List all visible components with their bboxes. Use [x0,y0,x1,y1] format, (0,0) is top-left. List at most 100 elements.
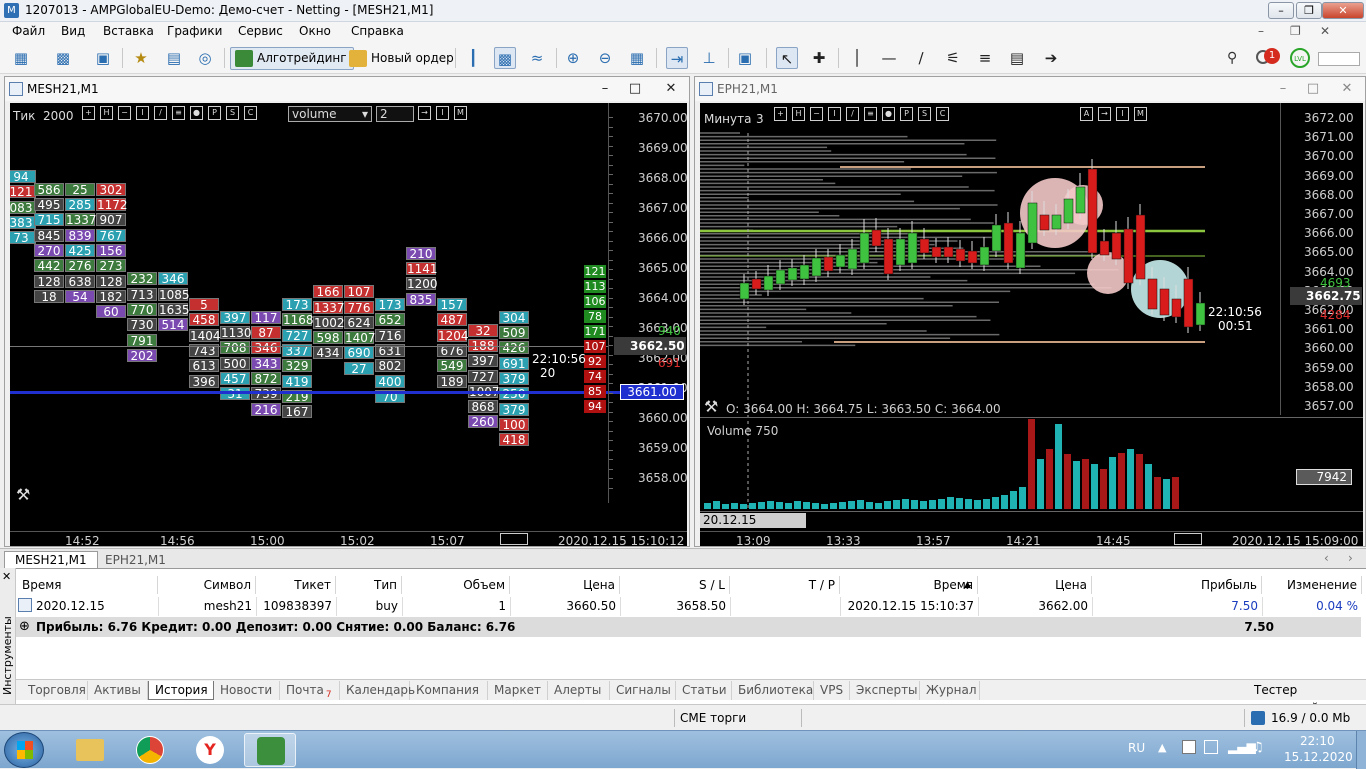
footprint-cell[interactable]: 1168 [282,313,314,327]
chart-tool-icon[interactable]: H [100,106,113,120]
footprint-cell[interactable]: 1337 [65,213,97,227]
templates-icon[interactable]: ▣ [734,47,756,69]
candle-body[interactable] [931,246,942,258]
algo-trading-button[interactable]: Алготрейдинг [230,47,354,70]
chart-tool-icon[interactable]: − [118,106,131,120]
footprint-cell[interactable]: 835 [406,292,436,306]
footprint-cell[interactable]: 400 [375,374,405,388]
footprint-cell[interactable]: 87 [251,326,281,340]
candle-body[interactable] [907,232,918,264]
mdi-close-icon[interactable]: ✕ [1320,24,1330,38]
footprint-cell[interactable]: 730 [127,318,157,332]
footprint-cell[interactable]: 18 [34,289,64,303]
candle-body[interactable] [1171,298,1182,318]
dom-level[interactable]: 121 [584,265,606,278]
footprint-cell[interactable]: 383 [10,215,36,229]
equidistant-channel-icon[interactable]: ⚟ [942,47,964,69]
mode-select[interactable]: volume ▾ [288,106,372,122]
candle-body[interactable] [895,238,906,266]
toolbox-tab[interactable]: Календарь [340,681,415,700]
footprint-cell[interactable]: 083 [10,200,36,214]
column-header[interactable]: Цена [978,576,1092,594]
footprint-cell[interactable]: 638 [65,274,95,288]
price-line[interactable] [10,391,622,394]
expand-icon[interactable]: ⊕ [19,619,30,634]
data-window-icon[interactable]: ★ [130,47,152,69]
footprint-cell[interactable]: 173 [282,298,312,312]
footprint-cell[interactable]: 276 [65,259,95,273]
footprint-cell[interactable]: 442 [34,259,64,273]
chart-minimize-button[interactable]: – [595,80,615,98]
footprint-cell[interactable]: 302 [96,182,126,196]
footprint-cell[interactable]: 128 [34,274,64,288]
footprint-cell[interactable]: 1141 [406,262,438,276]
footprint-cell[interactable]: 907 [96,213,126,227]
footprint-cell[interactable]: 25 [65,182,95,196]
footprint-cell[interactable]: 273 [96,259,126,273]
footprint-cell[interactable]: 845 [34,228,64,242]
toolbar-search-field[interactable] [1318,52,1360,66]
crosshair-icon[interactable]: ✚ [808,47,830,69]
column-header[interactable]: Цена [510,576,620,594]
footprint-cell[interactable]: 379 [499,402,529,416]
candlestick-chart[interactable]: Минута 3 + H − I / ≡ ● P S C A → I M 3672.00 3671.00 36… [700,103,1363,546]
candle-body[interactable] [955,248,966,262]
dom-level[interactable]: 85 [584,385,606,398]
footprint-cell[interactable]: 167 [282,405,312,419]
menu-view[interactable]: Вид [61,24,85,38]
footprint-cell[interactable]: 500 [220,356,250,370]
candle-body[interactable] [991,224,1002,252]
footprint-cell[interactable]: 166 [313,285,343,299]
new-chart-icon[interactable]: ▦ [10,47,32,69]
footprint-cell[interactable]: 514 [158,318,188,332]
strategy-tester-tab[interactable]: Тестер стратегий [1248,681,1366,715]
chart-close-button[interactable]: ✕ [1337,80,1357,98]
footprint-cell[interactable]: 1130 [220,326,252,340]
candle-body[interactable] [751,278,762,290]
candle-body[interactable] [763,275,774,291]
column-header[interactable]: T / P [730,576,840,594]
footprint-cell[interactable]: 216 [251,402,281,416]
chart-tool-icon[interactable]: + [82,106,95,120]
footprint-cell[interactable]: 285 [65,198,95,212]
footprint-cell[interactable]: 60 [96,305,126,319]
candle-body[interactable] [1183,278,1194,328]
chart-tool-icon[interactable]: P [208,106,221,120]
sort-ascending-icon[interactable]: ▲ [964,580,971,590]
close-panel-icon[interactable]: ✕ [2,570,11,583]
footprint-cell[interactable]: 727 [282,328,312,342]
fibonacci-icon[interactable]: ≡ [974,47,996,69]
chart-tool-icon[interactable]: / [154,106,167,120]
column-header[interactable]: Время [840,576,978,594]
line-price-tag[interactable]: 3661.00 [620,384,684,400]
profile-name[interactable]: CME торги скальпинг [674,709,802,743]
footprint-cell[interactable]: 346 [158,272,188,286]
column-header[interactable]: Объем [402,576,510,594]
footprint-cell[interactable]: 304 [499,310,529,324]
toolbox-tab[interactable]: Компания [410,681,488,700]
candle-body[interactable] [1147,278,1158,310]
footprint-cell[interactable]: 716 [375,328,405,342]
candle-body[interactable] [1039,214,1050,231]
footprint-cell[interactable]: 157 [437,298,467,312]
chart-tool-icon[interactable]: M [454,106,467,120]
tab-scroll-right-icon[interactable]: › [1348,551,1353,565]
restore-button[interactable]: ❐ [1296,2,1322,19]
toolbox-tab[interactable]: Статьи [676,681,732,700]
footprint-cell[interactable]: 598 [313,331,343,345]
footprint-cell[interactable]: 767 [96,228,126,242]
candle-body[interactable] [1003,222,1014,264]
footprint-cell[interactable]: 107 [344,285,374,299]
footprint-cell[interactable]: 379 [499,372,529,386]
footprint-cell[interactable]: 5 [189,298,219,312]
toolbox-tab[interactable]: Сигналы [610,681,676,700]
footprint-cell[interactable]: 1002 [313,315,345,329]
tools-icon[interactable]: ⚒ [704,397,718,416]
footprint-cell[interactable]: 434 [313,346,343,360]
footprint-cell[interactable]: 549 [437,359,467,373]
column-header[interactable]: Символ [158,576,256,594]
tab-scroll-left-icon[interactable]: ‹ [1324,551,1329,565]
shapes-dropdown-icon[interactable]: ➔ [1040,47,1062,69]
candle-body[interactable] [883,238,894,275]
clock-time[interactable]: 22:10 [1300,734,1335,748]
